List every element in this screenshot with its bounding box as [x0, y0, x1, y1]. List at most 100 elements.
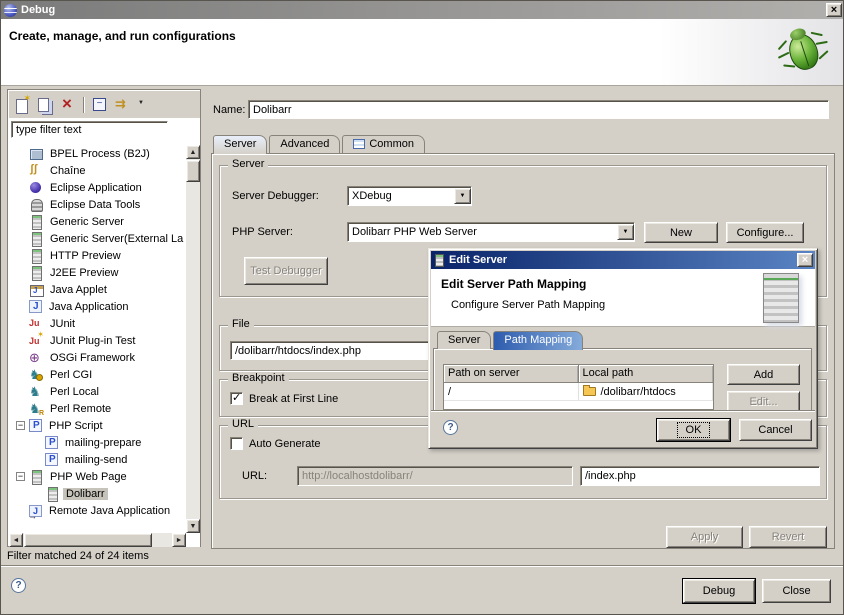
collapse-expander-icon[interactable]: −	[16, 472, 25, 481]
filter-field-wrap	[11, 121, 168, 138]
tab-label: Server	[224, 138, 256, 150]
eclipse-icon	[4, 4, 17, 17]
tree-item-php-web-page[interactable]: −PHP Web Page	[10, 468, 186, 485]
edit-mapping-button[interactable]: Edit...	[727, 391, 800, 412]
filter-launch-icon[interactable]	[115, 97, 131, 113]
window-titlebar[interactable]: Debug ×	[1, 1, 844, 19]
new-config-icon[interactable]	[14, 97, 30, 113]
collapse-all-icon[interactable]	[92, 97, 108, 113]
ok-button[interactable]: OK	[657, 419, 730, 441]
name-label: Name:	[213, 104, 245, 116]
server-icon	[29, 266, 43, 280]
config-toolbar	[12, 94, 146, 116]
tab-server[interactable]: Server	[213, 135, 267, 154]
tree-item-dolibarr[interactable]: Dolibarr	[10, 485, 186, 502]
tree-item-j2ee-preview[interactable]: J2EE Preview	[10, 264, 186, 281]
dialog-tabs: ServerPath Mapping	[437, 331, 583, 349]
name-field-wrap	[248, 100, 829, 119]
dialog-subheading: Configure Server Path Mapping	[451, 299, 605, 311]
tree-item-mailing-prepare[interactable]: mailing-prepare	[10, 434, 186, 451]
dialog-help-icon[interactable]: ?	[443, 420, 458, 435]
scroll-up-icon[interactable]: ▲	[186, 145, 200, 159]
tree-item-java-application[interactable]: Java Application	[10, 298, 186, 315]
column-header-local-path[interactable]: Local path	[579, 365, 714, 382]
tree-item-generic-server-external-la[interactable]: Generic Server(External La	[10, 230, 186, 247]
dialog-banner: Edit Server Path Mapping Configure Serve…	[431, 269, 815, 327]
add-mapping-button[interactable]: Add	[727, 364, 800, 385]
server-icon	[29, 232, 43, 246]
tree-item-label: Eclipse Data Tools	[47, 199, 143, 211]
tree-item-label: Chaîne	[47, 165, 88, 177]
tree-horizontal-scrollbar[interactable]: ◄ ►	[9, 533, 186, 547]
type-filter-input[interactable]	[12, 122, 167, 137]
dropdown-caret-icon[interactable]	[138, 97, 146, 113]
tree-item-java-applet[interactable]: Java Applet	[10, 281, 186, 298]
debug-button[interactable]: Debug	[683, 579, 755, 603]
php-icon	[45, 453, 58, 466]
help-icon[interactable]: ?	[11, 578, 26, 593]
perl-icon	[29, 385, 43, 399]
debug-bug-icon	[770, 15, 837, 84]
window-title: Debug	[21, 4, 55, 16]
dialog-titlebar[interactable]: Edit Server ×	[431, 251, 815, 269]
tree-item-label: Perl Local	[47, 386, 102, 398]
tree-item-label: mailing-prepare	[62, 437, 144, 449]
server-icon	[29, 249, 43, 263]
tree-item-label: Perl CGI	[47, 369, 95, 381]
tree-item-osgi-framework[interactable]: OSGi Framework	[10, 349, 186, 366]
table-row[interactable]: //dolibarr/htdocs	[444, 383, 713, 401]
dialog-tab-path-mapping[interactable]: Path Mapping	[493, 331, 583, 350]
tab-advanced[interactable]: Advanced	[269, 135, 340, 153]
filter-status: Filter matched 24 of 24 items	[7, 550, 149, 562]
process-icon	[29, 147, 43, 161]
column-header-path-on-server[interactable]: Path on server	[444, 365, 579, 382]
tree-item-label: Eclipse Application	[47, 182, 145, 194]
tree-item-label: OSGi Framework	[47, 352, 138, 364]
tree-item-php-script[interactable]: − PHP Script	[10, 417, 186, 434]
tree-item-label: Java Application	[46, 301, 132, 313]
tree-item-mailing-send[interactable]: mailing-send	[10, 451, 186, 468]
tree-vertical-scrollbar[interactable]: ▲ ▼	[186, 145, 200, 533]
tree-item-label: JUnit Plug-in Test	[47, 335, 138, 347]
tree-item-remote-java-application[interactable]: Remote Java Application	[10, 502, 186, 519]
dialog-tab-server[interactable]: Server	[437, 331, 491, 349]
scroll-down-icon[interactable]: ▼	[186, 519, 200, 533]
tree-item-generic-server[interactable]: Generic Server	[10, 213, 186, 230]
cancel-button[interactable]: Cancel	[739, 419, 812, 441]
collapse-expander-icon[interactable]: −	[16, 421, 25, 430]
tree-item-cha-ne[interactable]: Chaîne	[10, 162, 186, 179]
close-button[interactable]: Close	[762, 579, 831, 603]
dialog-close-button[interactable]: ×	[797, 253, 813, 267]
tree-item-label: Perl Remote	[47, 403, 114, 415]
vscroll-thumb[interactable]	[186, 160, 200, 182]
window-close-button[interactable]: ×	[826, 3, 842, 17]
scroll-right-icon[interactable]: ►	[172, 533, 186, 547]
tree-item-label: Generic Server	[47, 216, 127, 228]
tree-item-http-preview[interactable]: HTTP Preview	[10, 247, 186, 264]
tree-item-perl-remote[interactable]: Perl Remote	[10, 400, 186, 417]
tree-item-label: JUnit	[47, 318, 78, 330]
tab-common[interactable]: Common	[342, 135, 425, 153]
tree-item-eclipse-data-tools[interactable]: Eclipse Data Tools	[10, 196, 186, 213]
tree-item-bpel-process-b2j[interactable]: BPEL Process (B2J)	[10, 145, 186, 162]
chain-icon	[29, 164, 43, 178]
perl-remote-icon	[29, 402, 43, 416]
tree-item-perl-cgi[interactable]: Perl CGI	[10, 366, 186, 383]
tree-item-eclipse-application[interactable]: Eclipse Application	[10, 179, 186, 196]
tree-item-label: PHP Script	[46, 420, 106, 432]
duplicate-config-icon[interactable]	[37, 97, 53, 113]
name-input[interactable]	[249, 101, 828, 118]
tree-item-label: Generic Server(External La	[47, 233, 186, 245]
delete-config-icon[interactable]	[60, 97, 76, 113]
tree-item-junit-plug-in-test[interactable]: JUnit Plug-in Test	[10, 332, 186, 349]
osgi-icon	[29, 351, 43, 365]
tree-item-perl-local[interactable]: Perl Local	[10, 383, 186, 400]
scroll-left-icon[interactable]: ◄	[9, 533, 23, 547]
hscroll-thumb[interactable]	[24, 533, 152, 547]
server-icon	[29, 215, 43, 229]
perl-cgi-icon	[29, 368, 43, 382]
table-icon	[353, 139, 365, 149]
applet-icon	[29, 283, 43, 297]
tree-item-label: J2EE Preview	[47, 267, 121, 279]
tree-item-label: BPEL Process (B2J)	[47, 148, 153, 160]
